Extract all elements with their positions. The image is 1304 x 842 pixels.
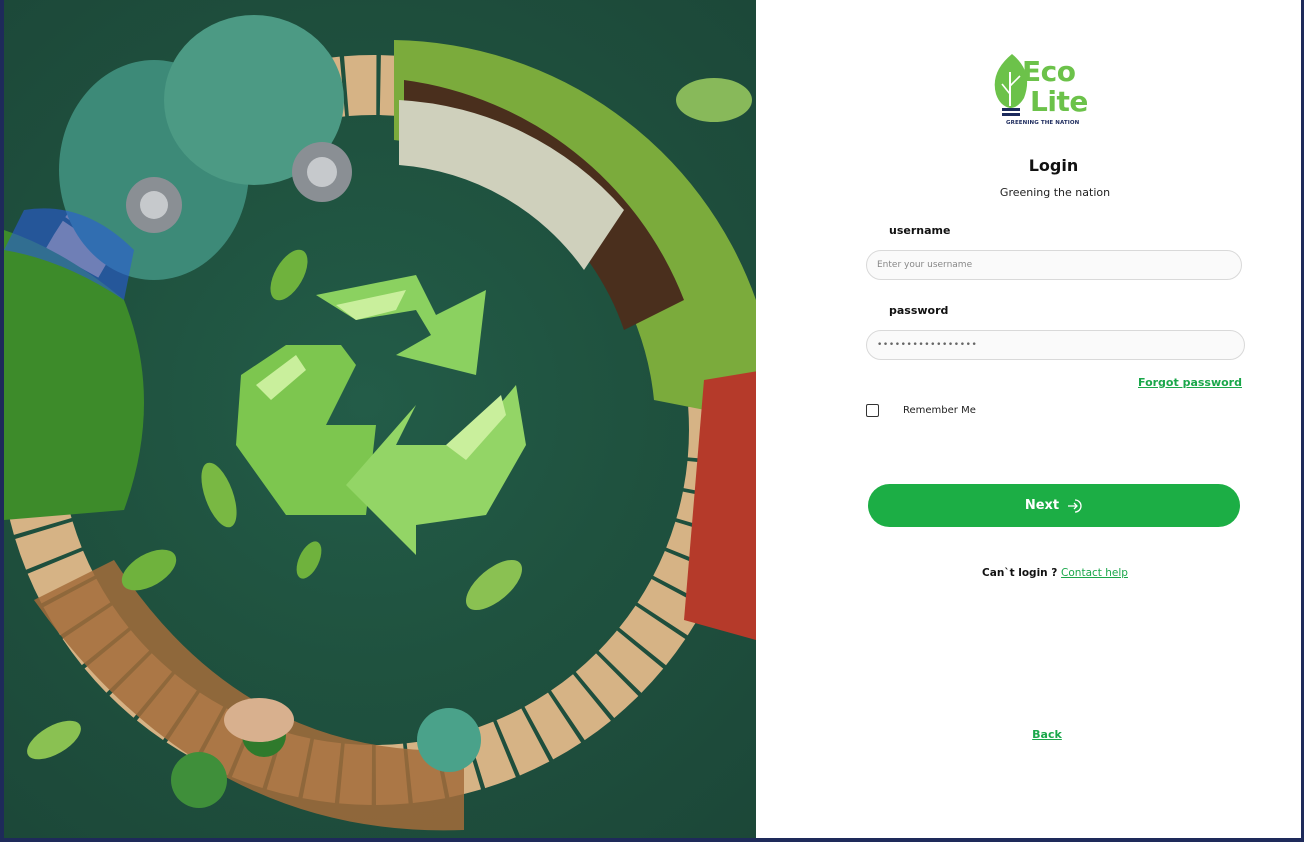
help-line: Can`t login ? Contact help <box>756 567 1304 579</box>
recycle-icon <box>236 275 526 555</box>
remember-me-checkbox[interactable] <box>866 404 879 417</box>
contact-help-link[interactable]: Contact help <box>1061 567 1128 579</box>
logo-tagline: GREENING THE NATION <box>1006 120 1080 126</box>
forgot-password-link[interactable]: Forgot password <box>1138 376 1242 389</box>
eco-lite-logo: Eco Lite GREENING THE NATION <box>992 50 1098 132</box>
password-field[interactable]: ••••••••••••••••• <box>866 330 1245 360</box>
login-arrow-icon <box>1068 498 1082 513</box>
password-value: ••••••••••••••••• <box>877 340 978 350</box>
logo-word-lite: Lite <box>1030 85 1088 118</box>
username-placeholder: Enter your username <box>877 260 973 270</box>
back-link[interactable]: Back <box>756 728 1304 741</box>
recycling-illustration <box>4 15 756 831</box>
page-title: Login <box>1028 156 1079 175</box>
page-subtitle: Greening the nation <box>999 186 1111 199</box>
next-button-label: Next <box>1024 498 1060 513</box>
login-panel: Eco Lite GREENING THE NATION Login Green… <box>756 0 1301 838</box>
password-label: password <box>889 304 949 317</box>
username-label: username <box>889 224 951 237</box>
logo-word-eco: Eco <box>1022 55 1076 88</box>
remember-me-label: Remember Me <box>903 405 976 416</box>
next-button[interactable]: Next <box>868 484 1240 527</box>
username-field[interactable]: Enter your username <box>866 250 1242 280</box>
help-prefix: Can`t login ? <box>982 567 1058 579</box>
hero-image <box>4 0 756 838</box>
